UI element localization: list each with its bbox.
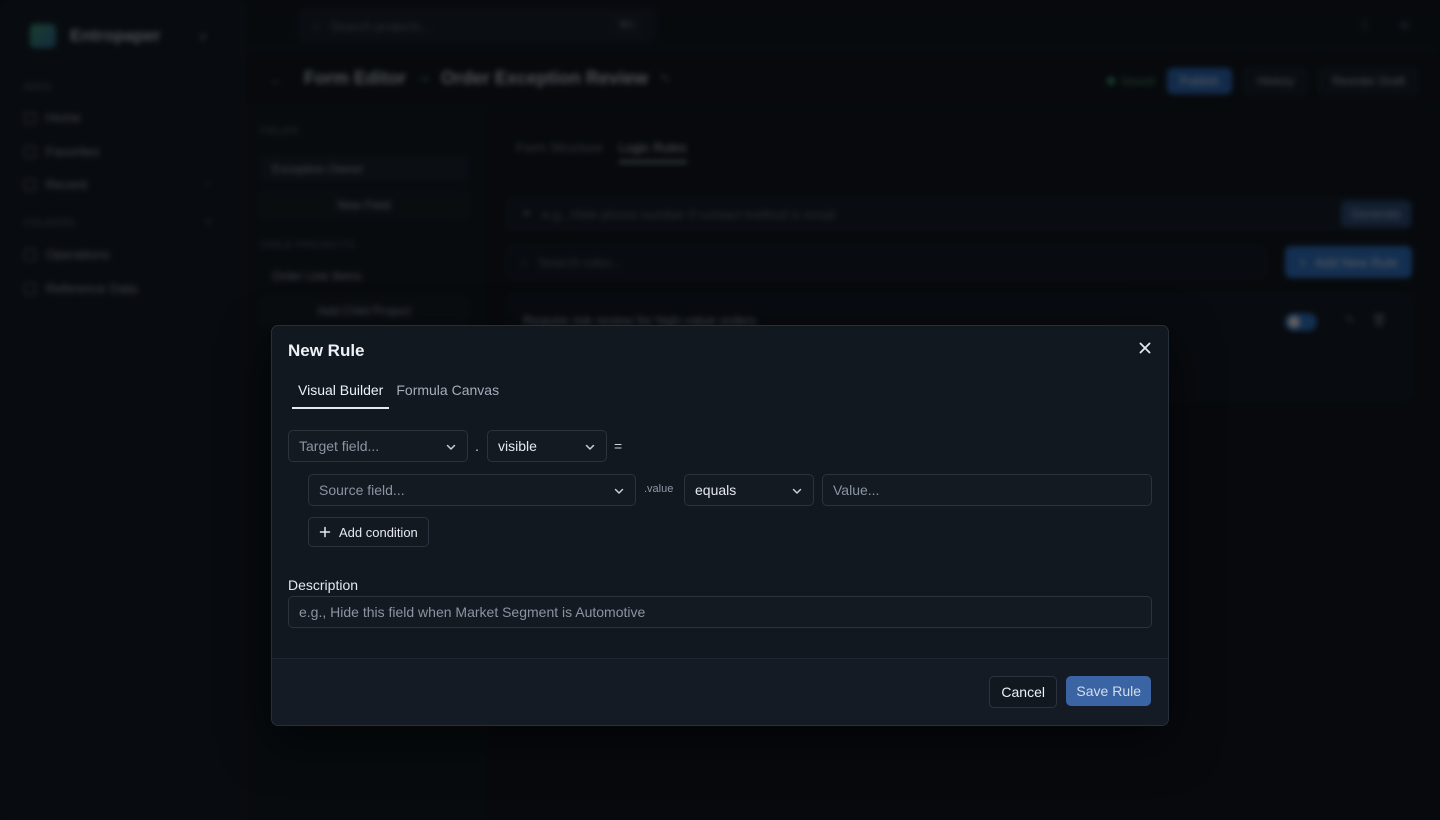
chevron-down-icon [792, 488, 802, 494]
add-condition-label: Add condition [339, 524, 418, 540]
save-rule-button[interactable]: Save Rule [1066, 676, 1151, 706]
dot-separator: . [475, 438, 479, 454]
dialog-title: New Rule [288, 341, 365, 360]
description-label: Description [288, 577, 359, 593]
value-suffix: .value [644, 483, 674, 495]
close-icon[interactable] [1136, 339, 1154, 357]
cancel-button[interactable]: Cancel [989, 676, 1057, 708]
property-select[interactable]: visible [487, 430, 607, 462]
operator-value: equals [695, 482, 737, 498]
description-input[interactable] [288, 596, 1152, 628]
operator-select[interactable]: equals [684, 474, 814, 506]
chevron-down-icon [446, 444, 456, 450]
target-field-placeholder: Target field... [299, 438, 380, 454]
property-value: visible [498, 438, 537, 454]
source-field-placeholder: Source field... [319, 482, 405, 498]
dialog-tabs: Visual Builder Formula Canvas [292, 379, 506, 409]
add-condition-button[interactable]: Add condition [308, 517, 429, 547]
target-field-select[interactable]: Target field... [288, 430, 468, 462]
tab-formula-canvas[interactable]: Formula Canvas [390, 379, 505, 409]
dialog-footer: Cancel Save Rule [272, 658, 1168, 725]
chevron-down-icon [614, 488, 624, 494]
equals-sign: = [614, 438, 623, 454]
condition-value-input[interactable] [822, 474, 1152, 506]
new-rule-dialog: New Rule Visual Builder Formula Canvas T… [271, 325, 1169, 726]
plus-icon [319, 526, 331, 538]
source-field-select[interactable]: Source field... [308, 474, 636, 506]
chevron-down-icon [585, 444, 595, 450]
tab-visual-builder[interactable]: Visual Builder [292, 379, 390, 409]
